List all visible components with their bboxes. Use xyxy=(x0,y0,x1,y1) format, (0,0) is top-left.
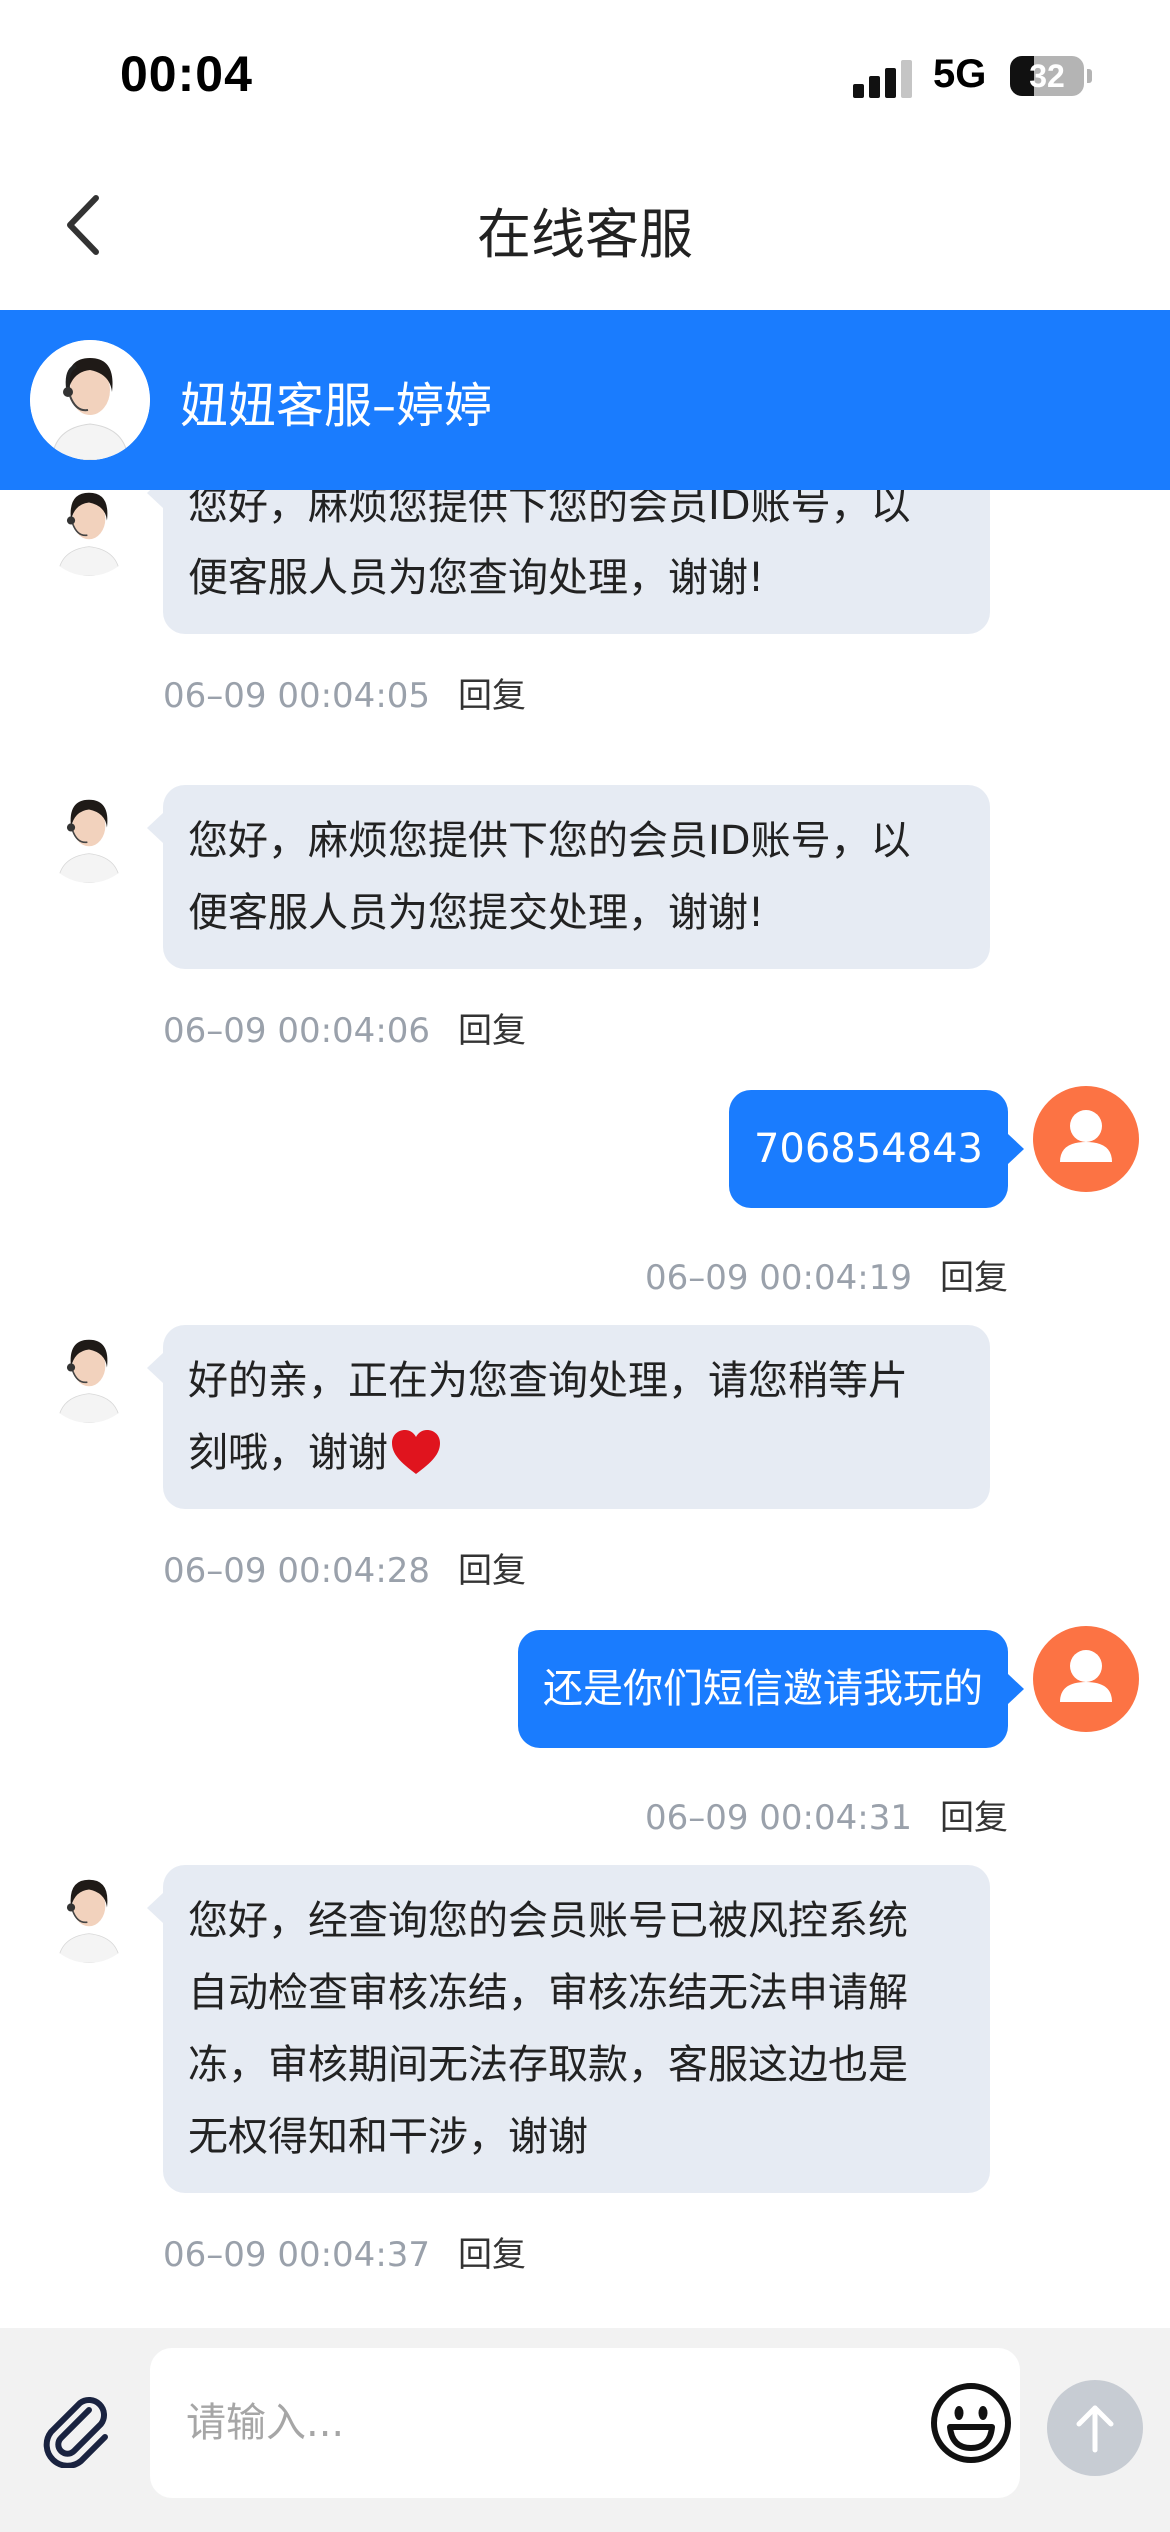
message-line: 便客服人员为您提交处理，谢谢! xyxy=(188,890,765,936)
battery-tip xyxy=(1087,69,1092,83)
status-time: 00:04 xyxy=(120,46,253,102)
message-line: 您好，麻烦您提供下您的会员ID账号，以 xyxy=(188,490,911,529)
message-meta: 06–09 00:04:28 回复 xyxy=(163,1543,526,1592)
message-meta: 06–09 00:04:37 回复 xyxy=(163,2227,526,2276)
message-bubble: 706854843 xyxy=(728,1090,1025,1208)
arrow-up-icon xyxy=(1076,2405,1114,2453)
network-type: 5G xyxy=(933,52,987,96)
smiley-icon xyxy=(931,2383,1011,2463)
agent-avatar-small xyxy=(40,785,138,883)
page-title: 在线客服 xyxy=(477,203,693,266)
heart-emoji-icon xyxy=(392,1430,440,1474)
message-line: 自动检查审核冻结，审核冻结无法申请解 xyxy=(188,1970,908,2016)
message-bubble: 还是你们短信邀请我玩的 xyxy=(518,1630,1024,1748)
message-bubble: 您好，麻烦您提供下您的会员ID账号，以 便客服人员为您查询处理，谢谢! xyxy=(147,490,990,634)
message-meta: 06–09 00:04:06 回复 xyxy=(163,1003,526,1052)
message-bubble: 好的亲，正在为您查询处理，请您稍等片 刻哦，谢谢 xyxy=(147,1325,990,1509)
user-avatar xyxy=(1033,1086,1139,1192)
agent-avatar-small xyxy=(40,1325,138,1423)
user-icon xyxy=(1060,1110,1112,1162)
message-input[interactable] xyxy=(186,2378,846,2468)
agent-name: 妞妞客服–婷婷 xyxy=(180,378,493,434)
reply-button[interactable]: 回复 xyxy=(458,2235,526,2275)
agent-avatar xyxy=(30,340,150,460)
message-line-with-emoji: 刻哦，谢谢 xyxy=(188,1417,965,1489)
input-bar xyxy=(0,2328,1170,2532)
status-bar: 00:04 5G 32 xyxy=(0,0,1170,150)
message-time: 06–09 00:04:31 xyxy=(644,1798,912,1838)
battery-level: 32 xyxy=(1029,58,1065,94)
message-line: 冻，审核期间无法存取款，客服这边也是 xyxy=(188,2042,908,2088)
message-line: 无权得知和干涉，谢谢 xyxy=(188,2114,588,2160)
message-line: 好的亲，正在为您查询处理，请您稍等片 xyxy=(188,1358,908,1404)
message-time: 06–09 00:04:28 xyxy=(163,1551,431,1591)
send-button[interactable] xyxy=(1047,2380,1143,2476)
cellular-signal-icon xyxy=(853,58,913,98)
message-meta: 06–09 00:04:05 回复 xyxy=(163,668,526,717)
reply-button[interactable]: 回复 xyxy=(940,1258,1008,1298)
message-time: 06–09 00:04:37 xyxy=(163,2235,431,2275)
message-bubble: 您好，经查询您的会员账号已被风控系统 自动检查审核冻结，审核冻结无法申请解 冻，… xyxy=(147,1865,990,2193)
message-time: 06–09 00:04:06 xyxy=(163,1011,431,1051)
user-avatar xyxy=(1033,1626,1139,1732)
message-line: 您好，经查询您的会员账号已被风控系统 xyxy=(188,1898,908,1944)
message-time: 06–09 00:04:05 xyxy=(163,676,431,716)
reply-button[interactable]: 回复 xyxy=(940,1798,1008,1838)
agent-avatar-small xyxy=(40,490,138,576)
reply-button[interactable]: 回复 xyxy=(458,1551,526,1591)
user-icon xyxy=(1060,1650,1112,1702)
agent-header: 妞妞客服–婷婷 xyxy=(0,310,1170,490)
message-meta: 06–09 00:04:19 回复 xyxy=(645,1250,1008,1299)
reply-button[interactable]: 回复 xyxy=(458,1011,526,1051)
message-line: 您好，麻烦您提供下您的会员ID账号，以 xyxy=(188,818,911,864)
battery-icon: 32 xyxy=(1010,56,1084,96)
agent-avatar-small xyxy=(40,1865,138,1963)
attach-button[interactable] xyxy=(35,2388,115,2469)
emoji-button[interactable] xyxy=(930,2382,1012,2464)
message-line: 便客服人员为您查询处理，谢谢! xyxy=(188,555,765,601)
paperclip-icon xyxy=(43,2397,108,2469)
reply-button[interactable]: 回复 xyxy=(458,676,526,716)
message-input-box xyxy=(150,2348,1020,2498)
message-bubble: 您好，麻烦您提供下您的会员ID账号，以 便客服人员为您提交处理，谢谢! xyxy=(147,785,990,969)
message-line: 刻哦，谢谢 xyxy=(188,1430,388,1476)
nav-bar: 在线客服 xyxy=(0,150,1170,310)
chat-message-list[interactable]: 您好，麻烦您提供下您的会员ID账号，以 便客服人员为您查询处理，谢谢! 06–0… xyxy=(0,490,1170,2328)
message-meta: 06–09 00:04:31 回复 xyxy=(645,1790,1008,1839)
message-time: 06–09 00:04:19 xyxy=(644,1258,912,1298)
